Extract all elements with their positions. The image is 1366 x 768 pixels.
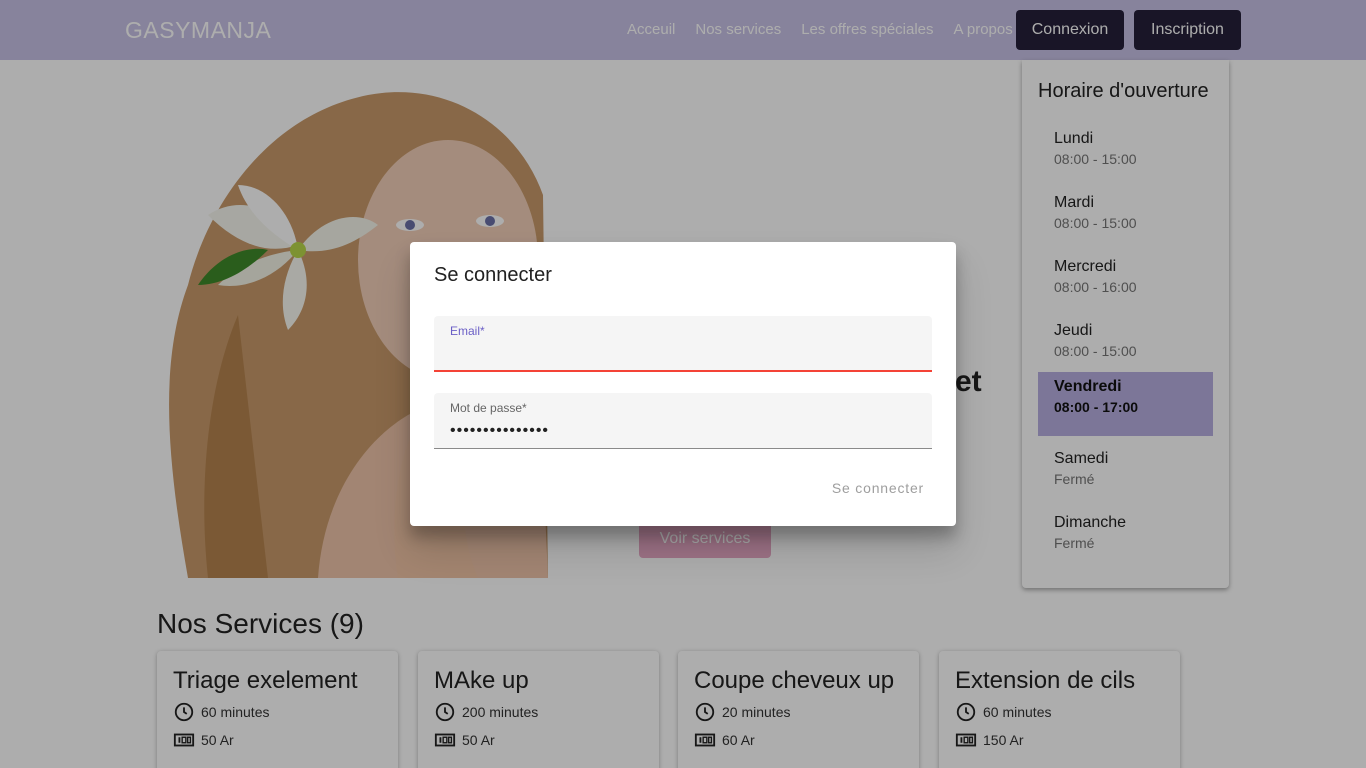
submit-login-button[interactable]: Se connecter xyxy=(818,476,924,500)
dialog-title: Se connecter xyxy=(434,264,552,286)
login-dialog: Se connecter Email* Mot de passe* Se con… xyxy=(410,242,956,526)
email-field[interactable]: Email* xyxy=(434,316,932,372)
password-field[interactable]: Mot de passe* xyxy=(434,393,932,449)
email-label: Email* xyxy=(450,324,485,338)
password-input[interactable] xyxy=(450,419,916,443)
password-label: Mot de passe* xyxy=(450,401,527,415)
email-input[interactable] xyxy=(450,342,916,366)
